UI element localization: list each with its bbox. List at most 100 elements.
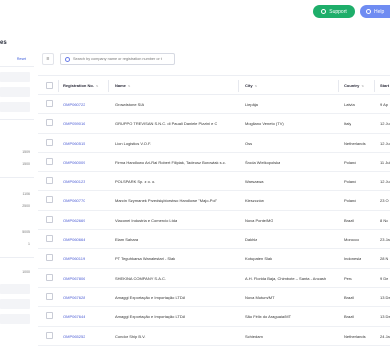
- table-row[interactable]: OMP060123 POLSPARK Sp. z o. o. Warszawa Pol…: [38, 172, 390, 192]
- search-box[interactable]: [60, 53, 175, 65]
- company-name: Growdstone SIA: [115, 102, 145, 107]
- table-row[interactable]: OMP060119 PT Teguhkarsa Wanalestari - Sla…: [38, 249, 390, 269]
- table-row[interactable]: OMP062669 Viaconei Industria e Comercio L…: [38, 211, 390, 231]
- row-checkbox[interactable]: [46, 235, 53, 243]
- table-row[interactable]: OMP060722 Growdstone SIA Liepāja Latvia 9 Ap: [38, 95, 390, 115]
- table-row[interactable]: OMP060515 Lion Logistics V.O.F. Oss Netherl…: [38, 134, 390, 153]
- column-divider: [108, 80, 109, 92]
- table-row[interactable]: OMP060770 Marcin Szymanek Przedsiębiorstw…: [38, 191, 390, 211]
- row-checkbox[interactable]: [46, 196, 53, 204]
- company-start: 8 No: [380, 217, 389, 223]
- filter-toggle-button[interactable]: ≡: [42, 53, 54, 65]
- row-checkbox[interactable]: [46, 331, 53, 339]
- row-checkbox[interactable]: [46, 292, 53, 300]
- company-name: Marcin Szymanek Przedsiębiorstwo Handlow…: [115, 198, 217, 204]
- company-country: Italy: [344, 121, 352, 127]
- filter-field[interactable]: [0, 284, 30, 294]
- company-city: Warszawa: [245, 179, 264, 185]
- row-checkbox[interactable]: [46, 119, 53, 127]
- filter-field[interactable]: [0, 72, 30, 82]
- column-header-registration[interactable]: Registration No. ⇅: [63, 83, 98, 88]
- select-all-checkbox[interactable]: [46, 82, 53, 89]
- row-checkbox[interactable]: [46, 177, 53, 185]
- table-row[interactable]: OMP059016 GRUPPO TREVISAN S.N.C. di Paual…: [38, 114, 390, 134]
- row-checkbox[interactable]: [46, 100, 53, 107]
- company-start: 12 Ju: [380, 179, 390, 185]
- filter-value: 1500: [22, 162, 30, 166]
- registration-link[interactable]: OMP062669: [63, 218, 85, 223]
- company-name: SHEKINA COMPANY S.A.C.: [115, 275, 166, 281]
- company-city: Nova Mutum/MT: [245, 294, 275, 300]
- company-name: Lion Logistics V.O.F.: [115, 140, 152, 146]
- row-checkbox[interactable]: [46, 273, 53, 281]
- filter-value: 1106: [22, 192, 30, 196]
- filter-value: 1: [28, 242, 30, 246]
- registration-link[interactable]: OMP060515: [63, 141, 85, 146]
- filter-field[interactable]: [0, 314, 30, 324]
- registration-link[interactable]: OMP065252: [63, 334, 85, 339]
- column-header-city[interactable]: City ⇅: [245, 83, 257, 88]
- company-country: Latvia: [344, 102, 355, 107]
- help-button[interactable]: Help: [360, 5, 390, 18]
- company-name: GRUPPO TREVISAN S.N.C. di Pauali Daniele…: [115, 121, 218, 127]
- company-city: Dakhla: [245, 237, 258, 243]
- registration-link[interactable]: OMP060770: [63, 198, 85, 203]
- table-row[interactable]: OMP067644 Amaggi Exportação e Importação …: [38, 307, 390, 327]
- company-name: Firma Handlowo Ari-Rai Robert Filipiak, …: [115, 159, 226, 165]
- column-divider: [238, 80, 239, 92]
- registration-link[interactable]: OMP060009: [63, 160, 85, 165]
- table-row[interactable]: OMP067806 SHEKINA COMPANY S.A.C. A.H. Flor…: [38, 269, 390, 288]
- support-label: Support: [329, 8, 347, 15]
- registration-link[interactable]: OMP060123: [63, 179, 85, 184]
- company-country: Brazil: [344, 294, 355, 300]
- search-icon: [65, 56, 70, 62]
- filter-field[interactable]: [0, 102, 30, 112]
- registration-link[interactable]: OMP067644: [63, 314, 85, 319]
- search-input[interactable]: [73, 57, 173, 61]
- support-button[interactable]: Support: [313, 5, 355, 18]
- company-start: 13 De: [380, 294, 390, 300]
- company-country: Netherlands: [344, 333, 366, 339]
- registration-link[interactable]: OMP059016: [63, 121, 85, 126]
- row-checkbox[interactable]: [46, 254, 53, 262]
- row-checkbox[interactable]: [46, 215, 53, 223]
- help-label: Help: [374, 8, 385, 15]
- filter-field[interactable]: [0, 87, 30, 97]
- column-header-country[interactable]: Country ⇅: [344, 83, 364, 88]
- company-country: Indonesia: [344, 256, 362, 262]
- company-name: Viaconei Industria e Comercio Ltda: [115, 217, 178, 223]
- company-start: 23 Ja: [380, 237, 390, 243]
- registration-link[interactable]: OMP060119: [63, 256, 85, 261]
- company-city: São Félix do Araguaia/MT: [245, 314, 292, 320]
- company-name: Amaggi Exportação e Importação LTDA: [115, 314, 186, 320]
- registration-link[interactable]: OMP060722: [63, 102, 85, 107]
- company-city: Mogliano Veneto (TV): [245, 121, 284, 127]
- row-checkbox[interactable]: [46, 312, 53, 320]
- column-header-start[interactable]: Start: [380, 83, 389, 88]
- company-name: POLSPARK Sp. z o. o.: [115, 179, 156, 185]
- table-body: OMP060722 Growdstone SIA Liepāja Latvia 9 Ap…: [38, 95, 390, 346]
- company-start: 12 Ju: [380, 140, 390, 146]
- row-checkbox[interactable]: [46, 157, 53, 165]
- reset-link[interactable]: Reset: [17, 57, 26, 61]
- registration-link[interactable]: OMP067628: [63, 295, 85, 300]
- table-row[interactable]: OMP060664 Elam Sahara Dakhla Morocco 23 Ja: [38, 230, 390, 250]
- company-start: 24 Ja: [380, 333, 390, 339]
- table-row[interactable]: OMP060009 Firma Handlowo Ari-Rai Robert F…: [38, 153, 390, 173]
- support-icon: [321, 9, 327, 14]
- column-divider: [58, 80, 59, 92]
- page-title: es: [0, 40, 7, 46]
- filter-field[interactable]: [0, 299, 30, 309]
- divider: [0, 119, 34, 120]
- table-row[interactable]: OMP067628 Amaggi Exportação e Importação …: [38, 288, 390, 308]
- company-city: Schiedam: [245, 333, 263, 339]
- registration-link[interactable]: OMP060664: [63, 237, 85, 242]
- filter-value: 1509: [22, 150, 30, 154]
- registration-link[interactable]: OMP067806: [63, 276, 85, 281]
- column-header-name[interactable]: Name ⇅: [115, 83, 130, 88]
- row-checkbox[interactable]: [46, 138, 53, 146]
- column-divider: [374, 80, 375, 92]
- company-city: Liepāja: [245, 102, 258, 107]
- company-city: Oss: [245, 140, 253, 146]
- table-row[interactable]: OMP065252 Condor Ship B.V. Schiedam Netherl…: [38, 327, 390, 346]
